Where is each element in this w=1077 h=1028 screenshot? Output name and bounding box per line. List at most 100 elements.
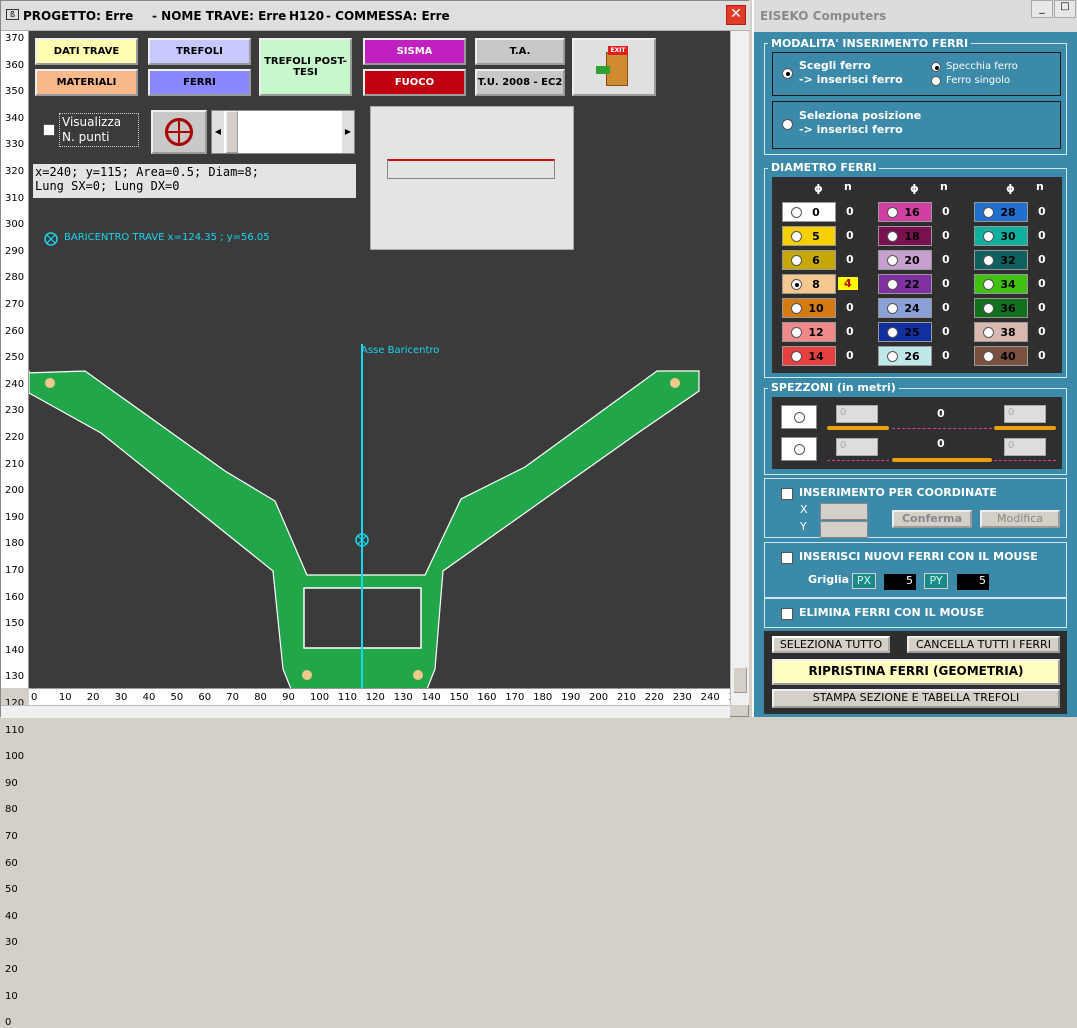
y-tick-label: 70 (5, 831, 18, 842)
diameter-option[interactable]: 6 (782, 250, 836, 270)
diameter-option[interactable]: 32 (974, 250, 1028, 270)
diameter-radio[interactable] (983, 255, 994, 266)
conferma-button[interactable]: Conferma (892, 510, 972, 528)
diameter-option[interactable]: 30 (974, 226, 1028, 246)
coordinate-checkbox[interactable] (781, 488, 793, 500)
y-tick-label: 340 (5, 112, 25, 124)
diameter-option[interactable]: 16 (878, 202, 932, 222)
ta-button[interactable]: T.A. (475, 38, 565, 65)
visualizza-checkbox[interactable] (43, 124, 55, 136)
vertical-scrollbar[interactable] (730, 31, 749, 705)
diameter-option[interactable]: 26 (878, 346, 932, 366)
diameter-option[interactable]: 34 (974, 274, 1028, 294)
tu-2008-button[interactable]: T.U. 2008 - EC2 (475, 69, 565, 96)
diameter-radio[interactable] (887, 255, 898, 266)
slider-thumb[interactable] (226, 111, 238, 153)
sisma-button[interactable]: SISMA (363, 38, 466, 65)
diameter-radio[interactable] (983, 303, 994, 314)
diameter-option[interactable]: 14 (782, 346, 836, 366)
spezzone-1-radio[interactable] (781, 405, 817, 429)
spezzone-2-radio[interactable] (781, 437, 817, 461)
minimize-button[interactable]: _ (1031, 0, 1053, 18)
diameter-radio[interactable] (791, 327, 802, 338)
stampa-button[interactable]: STAMPA SEZIONE E TABELLA TREFOLI (772, 689, 1060, 708)
diameter-option[interactable]: 5 (782, 226, 836, 246)
diameter-radio[interactable] (983, 231, 994, 242)
diameter-option[interactable]: 8 (782, 274, 836, 294)
materiali-button[interactable]: MATERIALI (35, 69, 138, 96)
diameter-radio[interactable] (791, 303, 802, 314)
vscroll-thumb[interactable] (733, 667, 747, 693)
slider-left-arrow-icon[interactable]: ◀ (212, 111, 224, 153)
diameter-radio[interactable] (983, 279, 994, 290)
diameter-radio[interactable] (791, 279, 802, 290)
diameter-radio[interactable] (887, 351, 898, 362)
zoom-button[interactable] (151, 110, 207, 154)
elimina-checkbox[interactable] (781, 608, 793, 620)
diameter-radio[interactable] (983, 351, 994, 362)
diameter-option[interactable]: 25 (878, 322, 932, 342)
mouse-checkbox[interactable] (781, 552, 793, 564)
diameter-option[interactable]: 20 (878, 250, 932, 270)
cancella-tutti-button[interactable]: CANCELLA TUTTI I FERRI (907, 636, 1060, 653)
diameter-radio[interactable] (791, 255, 802, 266)
diameter-radio[interactable] (887, 207, 898, 218)
py-input[interactable]: 5 (957, 574, 989, 590)
dati-trave-button[interactable]: DATI TRAVE (35, 38, 138, 65)
coord-x-input[interactable] (820, 503, 868, 520)
trefoli-button[interactable]: TREFOLI (148, 38, 251, 65)
diameter-option[interactable]: 28 (974, 202, 1028, 222)
modifica-button[interactable]: Modifica (980, 510, 1060, 528)
diameter-option[interactable]: 36 (974, 298, 1028, 318)
spezzone-2-left-input[interactable]: 0 (836, 438, 878, 456)
diameter-option[interactable]: 40 (974, 346, 1028, 366)
px-input[interactable]: 5 (884, 574, 916, 590)
diameter-option[interactable]: 12 (782, 322, 836, 342)
axis-label: Asse Baricentro (361, 345, 440, 356)
mode-option-1[interactable]: Scegli ferro -> inserisci ferro Specchia… (772, 52, 1061, 96)
diameter-option[interactable]: 38 (974, 322, 1028, 342)
x-tick-label: 150 (449, 692, 469, 703)
diameter-radio[interactable] (887, 231, 898, 242)
exit-button[interactable]: EXIT (572, 38, 656, 96)
mode-radio-2[interactable] (782, 119, 793, 130)
maximize-button[interactable]: □ (1054, 0, 1076, 18)
mode-option-2[interactable]: Seleziona posizione -> inserisci ferro (772, 101, 1061, 149)
close-button[interactable]: ✕ (726, 5, 746, 25)
singolo-radio[interactable] (931, 76, 941, 86)
diameter-radio[interactable] (983, 207, 994, 218)
strand-point (45, 378, 55, 388)
fuoco-button[interactable]: FUOCO (363, 69, 466, 96)
specchia-radio[interactable] (931, 62, 941, 72)
x-tick-label: 180 (533, 692, 553, 703)
spezzone-1-right-input[interactable]: 0 (1004, 405, 1046, 423)
diameter-radio[interactable] (887, 327, 898, 338)
diameter-radio[interactable] (791, 207, 802, 218)
diameter-option[interactable]: 0 (782, 202, 836, 222)
zoom-slider[interactable]: ◀ ▶ (211, 110, 355, 154)
mode-radio-1[interactable] (782, 68, 793, 79)
seleziona-tutto-button[interactable]: SELEZIONA TUTTO (772, 636, 890, 653)
y-tick-label: 110 (5, 724, 25, 736)
slider-right-arrow-icon[interactable]: ▶ (342, 111, 354, 153)
diameter-radio[interactable] (791, 231, 802, 242)
trefoli-post-tesi-button[interactable]: TREFOLI POST-TESI (259, 38, 352, 96)
diameter-option[interactable]: 10 (782, 298, 836, 318)
spezzone-2-right-input[interactable]: 0 (1004, 438, 1046, 456)
ripristina-button[interactable]: RIPRISTINA FERRI (GEOMETRIA) (772, 659, 1060, 685)
drawing-canvas[interactable]: BARICENTRO TRAVE x=124.35 ; y=56.05 Asse… (29, 31, 730, 688)
diameter-radio[interactable] (983, 327, 994, 338)
x-tick-label: 60 (198, 692, 212, 703)
modalita-title: MODALITA' INSERIMENTO FERRI (768, 37, 972, 50)
horizontal-scrollbar[interactable] (1, 705, 730, 718)
diameter-option[interactable]: 22 (878, 274, 932, 294)
diameter-radio[interactable] (887, 279, 898, 290)
spezzone-1-left-input[interactable]: 0 (836, 405, 878, 423)
diameter-radio[interactable] (887, 303, 898, 314)
coord-y-input[interactable] (820, 521, 868, 538)
diameter-option[interactable]: 24 (878, 298, 932, 318)
diameter-option[interactable]: 18 (878, 226, 932, 246)
y-tick-label: 100 (5, 751, 25, 763)
diameter-radio[interactable] (791, 351, 802, 362)
ferri-button[interactable]: FERRI (148, 69, 251, 96)
